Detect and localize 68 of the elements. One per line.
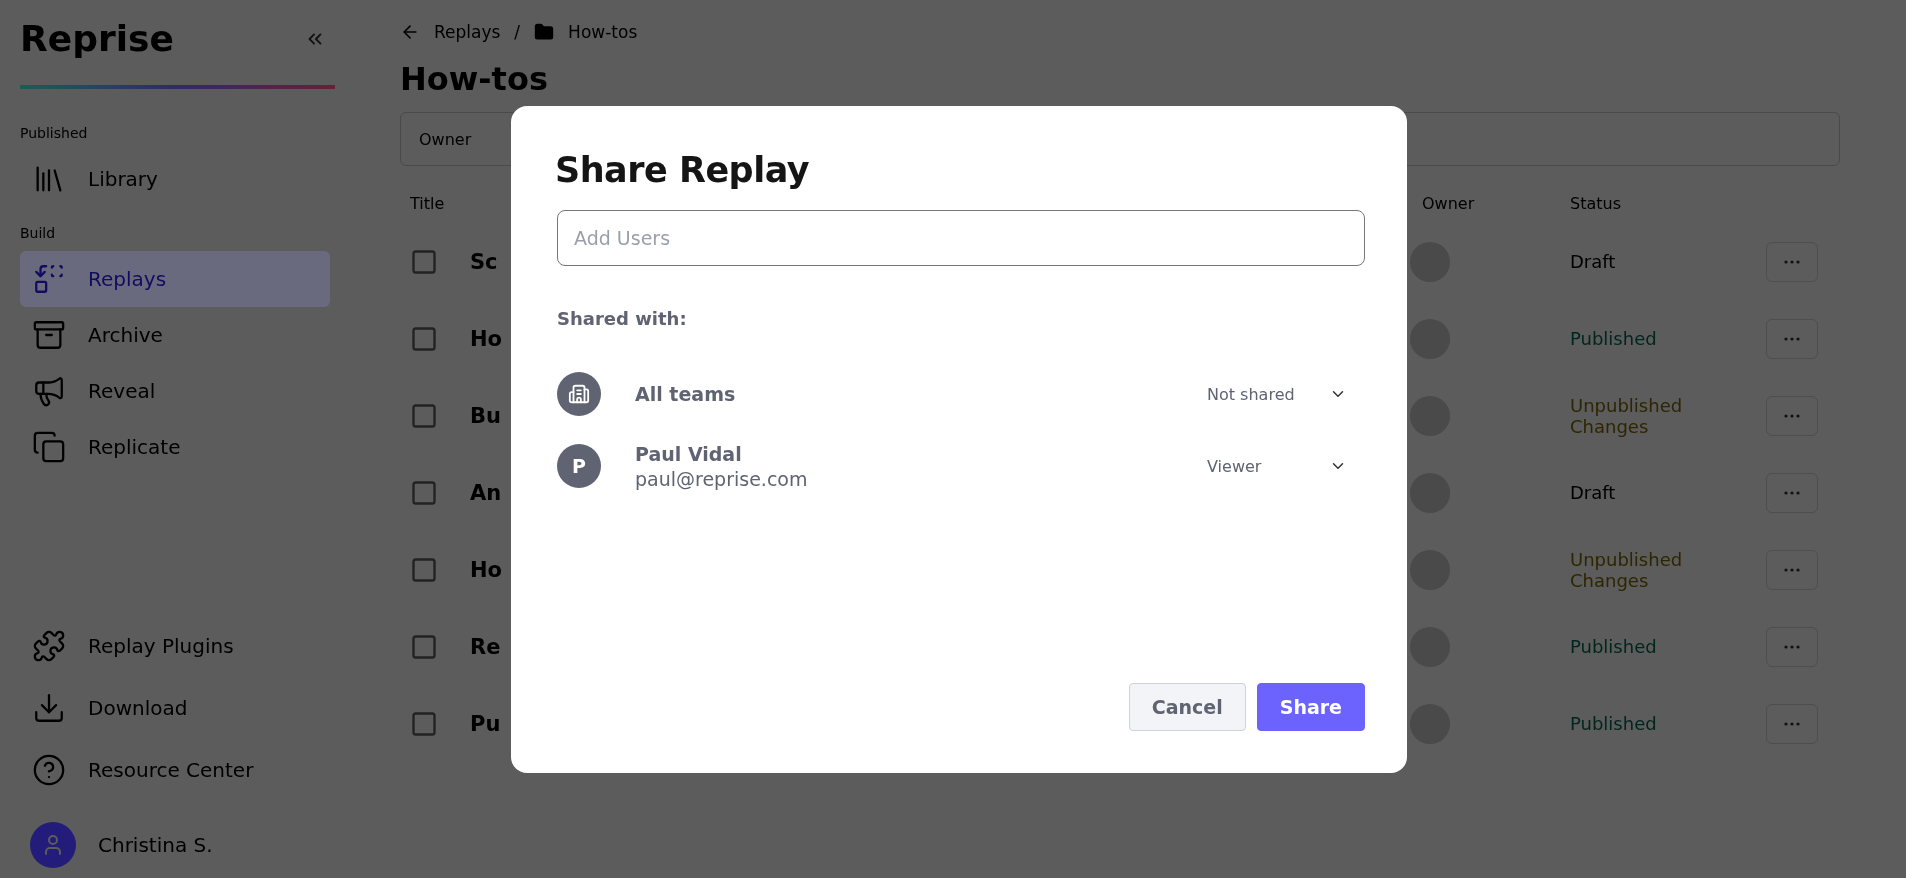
column-header: Status bbox=[1570, 194, 1622, 213]
status-text: Unpublished Changes bbox=[1570, 548, 1684, 591]
column-header: Owner bbox=[1422, 194, 1476, 213]
user-avatar: P bbox=[557, 444, 601, 488]
more-icon bbox=[1784, 413, 1800, 418]
breadcrumb-current: How-tos bbox=[568, 22, 638, 42]
thumbnail-icon bbox=[410, 401, 438, 430]
breadcrumb-link[interactable]: Replays bbox=[434, 22, 501, 42]
more-icon bbox=[1784, 567, 1800, 572]
more-button[interactable] bbox=[1766, 549, 1818, 590]
column-header: Title bbox=[410, 194, 446, 213]
more-button[interactable] bbox=[1766, 241, 1818, 282]
cancel-button[interactable]: Cancel bbox=[1128, 683, 1246, 731]
role-dropdown[interactable]: Viewer bbox=[1207, 456, 1347, 476]
megaphone-icon bbox=[32, 374, 66, 408]
share-entry-name: All teams bbox=[635, 383, 736, 405]
download-icon bbox=[32, 691, 66, 725]
puzzle-icon bbox=[32, 629, 66, 663]
shared-with-label: Shared with: bbox=[557, 308, 687, 329]
status-text: Unpublished Changes bbox=[1570, 394, 1684, 437]
sidebar-item[interactable]: Resource Center bbox=[20, 742, 330, 798]
copy-icon bbox=[32, 430, 66, 464]
thumbnail-icon bbox=[410, 555, 438, 584]
section-heading: Published bbox=[20, 125, 89, 141]
status-text: Draft bbox=[1570, 251, 1617, 272]
status-text: Published bbox=[1570, 328, 1658, 349]
page-title: How-tos bbox=[400, 60, 549, 98]
replay-icon bbox=[32, 262, 66, 296]
share-button[interactable]: Share bbox=[1256, 683, 1365, 731]
add-users-field[interactable]: Add Users bbox=[557, 210, 1365, 266]
status-text: Draft bbox=[1570, 482, 1617, 503]
sidebar-item[interactable]: Archive bbox=[20, 307, 330, 363]
more-icon bbox=[1784, 490, 1800, 495]
folder-icon bbox=[534, 22, 555, 42]
status-text: Published bbox=[1570, 713, 1658, 734]
dialog-title: Share Replay bbox=[555, 150, 811, 190]
more-icon bbox=[1784, 644, 1800, 649]
user-name: Christina S. bbox=[98, 833, 213, 857]
sidebar-item[interactable]: Download bbox=[20, 680, 330, 736]
more-icon bbox=[1784, 721, 1800, 726]
role-dropdown[interactable]: Not shared bbox=[1207, 384, 1347, 404]
more-button[interactable] bbox=[1766, 395, 1818, 436]
section-heading: Build bbox=[20, 225, 57, 241]
sidebar-item[interactable]: Reveal bbox=[20, 363, 330, 419]
logo: Reprise bbox=[20, 18, 174, 59]
thumbnail-icon bbox=[410, 709, 438, 738]
sidebar-item[interactable]: Replays bbox=[20, 251, 330, 307]
more-button[interactable] bbox=[1766, 626, 1818, 667]
status-text: Published bbox=[1570, 636, 1658, 657]
team-avatar bbox=[557, 372, 601, 416]
more-button[interactable] bbox=[1766, 703, 1818, 744]
user-avatar[interactable] bbox=[30, 822, 76, 868]
sidebar-item[interactable]: Library bbox=[20, 151, 330, 207]
thumbnail-icon bbox=[410, 478, 438, 507]
sidebar-item[interactable]: Replicate bbox=[20, 419, 330, 475]
more-button[interactable] bbox=[1766, 472, 1818, 513]
thumbnail-icon bbox=[410, 632, 438, 661]
more-icon bbox=[1784, 336, 1800, 341]
share-entry-email: paul@reprise.com bbox=[635, 467, 808, 490]
thumbnail-icon bbox=[410, 247, 438, 276]
archive-icon bbox=[32, 318, 66, 352]
sidebar-item[interactable]: Replay Plugins bbox=[20, 618, 330, 674]
more-button[interactable] bbox=[1766, 318, 1818, 359]
share-entry-name: Paul Vidal bbox=[635, 442, 742, 465]
more-icon bbox=[1784, 259, 1800, 264]
help-icon bbox=[32, 753, 66, 787]
breadcrumb-separator: / bbox=[514, 22, 521, 42]
thumbnail-icon bbox=[410, 324, 438, 353]
